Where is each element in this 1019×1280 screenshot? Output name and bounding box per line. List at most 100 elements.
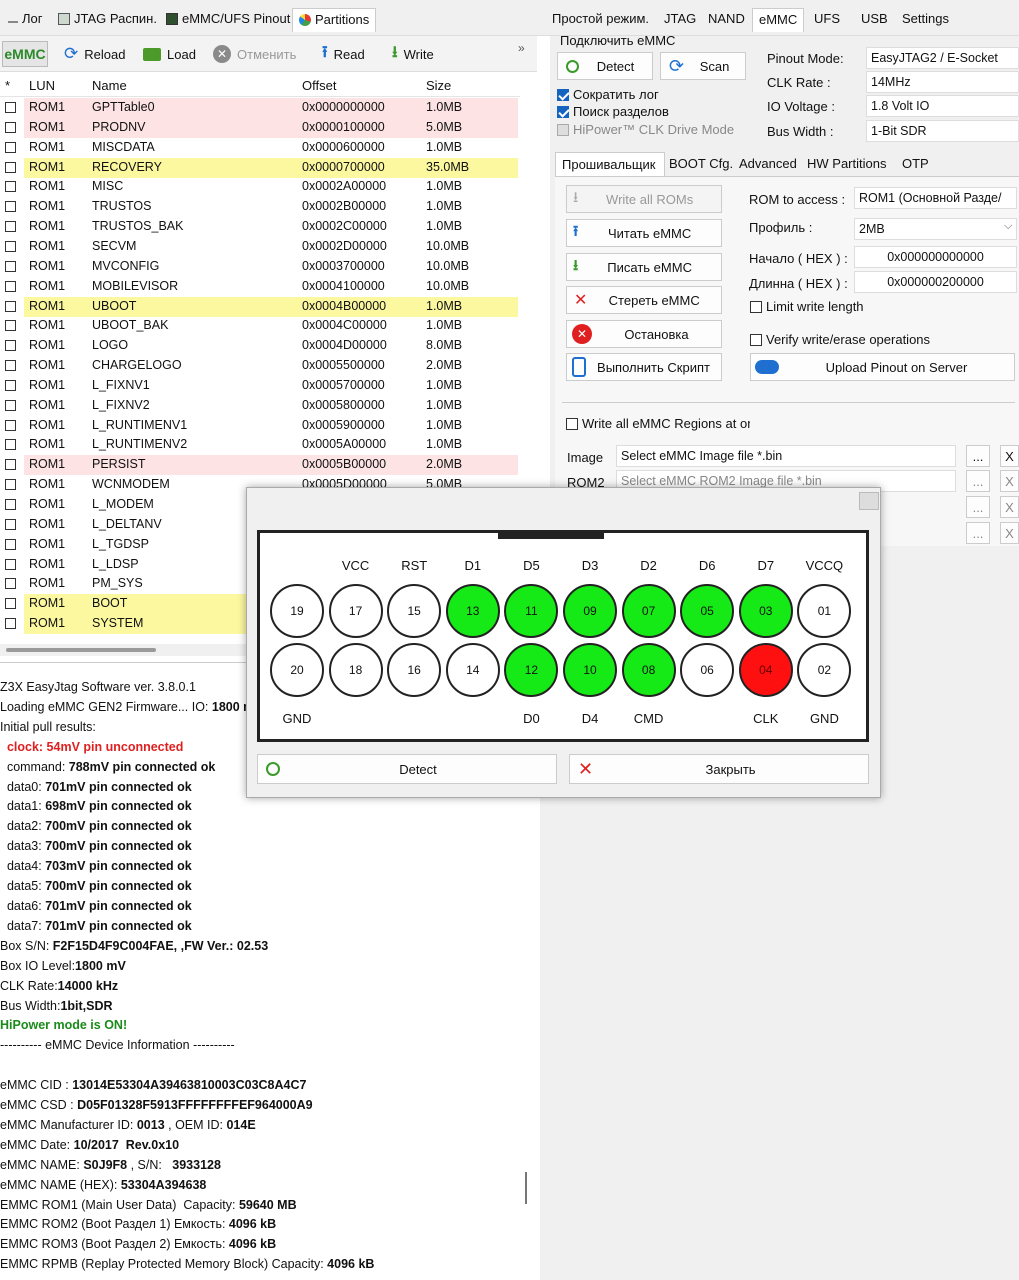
row-checkbox[interactable]	[5, 260, 16, 272]
table-row[interactable]: ROM1 PERSIST 0x0005B00000 2.0MB	[0, 455, 520, 476]
table-row[interactable]: ROM1 MISC 0x0002A00000 1.0MB	[0, 177, 520, 197]
row-checkbox[interactable]	[5, 280, 16, 292]
table-row[interactable]: ROM1 CHARGELOGO 0x0005500000 2.0MB	[0, 356, 520, 376]
row-checkbox[interactable]	[5, 221, 16, 233]
detect-button[interactable]: Detect	[557, 52, 653, 80]
image-browse-button[interactable]: ...	[966, 445, 990, 467]
clk-rate-select[interactable]: 14MHz	[866, 71, 1019, 93]
row-checkbox[interactable]	[5, 340, 16, 352]
row-checkbox[interactable]	[5, 141, 16, 153]
row-checkbox[interactable]	[5, 240, 16, 252]
read-button[interactable]: ⭱ Read	[322, 42, 365, 66]
table-row[interactable]: ROM1 GPTTable0 0x0000000000 1.0MB	[0, 98, 520, 118]
row-checkbox[interactable]	[5, 360, 16, 372]
pin-02[interactable]: 02	[797, 643, 852, 697]
pin-20[interactable]: 20	[270, 643, 324, 697]
tab-simple-mode[interactable]: Простой режим.	[546, 8, 655, 32]
write-button[interactable]: ⭳ Write	[392, 42, 434, 66]
row-checkbox[interactable]	[5, 538, 16, 550]
row-checkbox[interactable]	[5, 439, 16, 451]
row-checkbox[interactable]	[5, 161, 16, 173]
tab-partitions[interactable]: Partitions	[292, 8, 377, 32]
write-all-regions-checkbox[interactable]	[566, 418, 578, 430]
hipower-checkbox[interactable]	[557, 124, 569, 136]
tab-usb[interactable]: USB	[855, 8, 894, 32]
scan-button[interactable]: ⟳ Scan	[660, 52, 746, 80]
tab-log[interactable]: Лог	[2, 8, 49, 32]
subtab-boot-cfg[interactable]: BOOT Cfg.	[669, 156, 733, 171]
length-input[interactable]: 0x000000200000	[854, 271, 1017, 293]
search-partitions-checkbox[interactable]	[557, 106, 569, 118]
row-checkbox[interactable]	[5, 558, 16, 570]
pin-18[interactable]: 18	[328, 643, 383, 697]
pin-03[interactable]: 03	[738, 584, 793, 638]
row-checkbox[interactable]	[5, 479, 16, 491]
toolbar-overflow-button[interactable]: »	[518, 36, 525, 60]
subtab-otp[interactable]: OTP	[902, 156, 929, 171]
row-checkbox[interactable]	[5, 181, 16, 193]
log-scrollbar-thumb[interactable]	[525, 1172, 527, 1204]
pin-09[interactable]: 09	[563, 584, 617, 638]
pin-13[interactable]: 13	[445, 584, 500, 638]
table-row[interactable]: ROM1 MISCDATA 0x0000600000 1.0MB	[0, 138, 520, 158]
table-row[interactable]: ROM1 TRUSTOS 0x0002B00000 1.0MB	[0, 197, 520, 217]
table-row[interactable]: ROM1 PRODNV 0x0000100000 5.0MB	[0, 117, 520, 138]
pin-10[interactable]: 10	[563, 643, 617, 697]
write-all-roms-button[interactable]: ⭳ Write all ROMs	[566, 185, 722, 213]
start-input[interactable]: 0x000000000000	[854, 246, 1017, 268]
table-row[interactable]: ROM1 UBOOT_BAK 0x0004C00000 1.0MB	[0, 316, 520, 336]
rom3-browse-button[interactable]: ...	[966, 496, 990, 518]
rom-access-select[interactable]: ROM1 (Основной Разде/	[854, 187, 1017, 209]
upload-pinout-button[interactable]: Upload Pinout on Server	[750, 353, 1015, 381]
table-row[interactable]: ROM1 MOBILEVISOR 0x0004100000 10.0MB	[0, 277, 520, 297]
run-script-button[interactable]: Выполнить Скрипт	[566, 353, 722, 381]
rpmb-clear-button[interactable]: X	[1000, 522, 1019, 544]
pin-17[interactable]: 17	[328, 584, 383, 638]
image-clear-button[interactable]: X	[1000, 445, 1019, 467]
table-row[interactable]: ROM1 L_FIXNV2 0x0005800000 1.0MB	[0, 396, 520, 416]
read-emmc-button[interactable]: ⭱ Читать eMMC	[566, 219, 722, 247]
shorten-log-checkbox[interactable]	[557, 89, 569, 101]
table-row[interactable]: ROM1 L_RUNTIMENV2 0x0005A00000 1.0MB	[0, 435, 520, 455]
row-checkbox[interactable]	[5, 598, 16, 610]
tab-jtag[interactable]: JTAG	[658, 8, 702, 32]
dialog-detect-button[interactable]: Detect	[257, 754, 557, 784]
row-checkbox[interactable]	[5, 300, 16, 312]
pinout-mode-select[interactable]: EasyJTAG2 / E-Socket	[866, 47, 1019, 69]
rom3-clear-button[interactable]: X	[1000, 496, 1019, 518]
cancel-button[interactable]: ✕ Отменить	[213, 42, 296, 66]
rom2-clear-button[interactable]: X	[1000, 470, 1019, 492]
io-voltage-select[interactable]: 1.8 Volt IO	[866, 95, 1019, 117]
rpmb-browse-button[interactable]: ...	[966, 522, 990, 544]
tab-ufs[interactable]: UFS	[808, 8, 846, 32]
write-emmc-button[interactable]: ⭳ Писать eMMC	[566, 253, 722, 281]
pin-08[interactable]: 08	[621, 643, 676, 697]
scrollbar-thumb[interactable]	[6, 648, 156, 652]
load-button[interactable]: Load	[143, 42, 196, 66]
row-checkbox[interactable]	[5, 379, 16, 391]
pin-07[interactable]: 07	[621, 584, 676, 638]
limit-write-checkbox[interactable]	[750, 301, 762, 313]
pin-06[interactable]: 06	[680, 643, 735, 697]
pin-01[interactable]: 01	[797, 584, 852, 638]
profile-select[interactable]: 2MB	[854, 218, 1017, 240]
tab-jtag-pinout[interactable]: JTAG Распин.	[52, 8, 163, 32]
table-row[interactable]: ROM1 UBOOT 0x0004B00000 1.0MB	[0, 296, 520, 317]
pin-19[interactable]: 19	[270, 584, 324, 638]
row-checkbox[interactable]	[5, 499, 16, 510]
row-checkbox[interactable]	[5, 121, 16, 133]
row-checkbox[interactable]	[5, 459, 16, 471]
pin-15[interactable]: 15	[387, 584, 442, 638]
tab-settings[interactable]: Settings	[896, 8, 955, 32]
row-checkbox[interactable]	[5, 618, 16, 630]
dialog-close-action-button[interactable]: ✕ Закрыть	[569, 754, 869, 784]
tab-nand[interactable]: NAND	[702, 8, 751, 32]
subtab-hw-partitions[interactable]: HW Partitions	[807, 156, 886, 171]
table-row[interactable]: ROM1 SECVM 0x0002D00000 10.0MB	[0, 237, 520, 257]
row-checkbox[interactable]	[5, 320, 16, 332]
table-row[interactable]: ROM1 RECOVERY 0x0000700000 35.0MB	[0, 157, 520, 178]
dialog-close-button[interactable]	[859, 492, 879, 510]
rom2-browse-button[interactable]: ...	[966, 470, 990, 492]
pin-12[interactable]: 12	[504, 643, 559, 697]
table-row[interactable]: ROM1 LOGO 0x0004D00000 8.0MB	[0, 336, 520, 356]
